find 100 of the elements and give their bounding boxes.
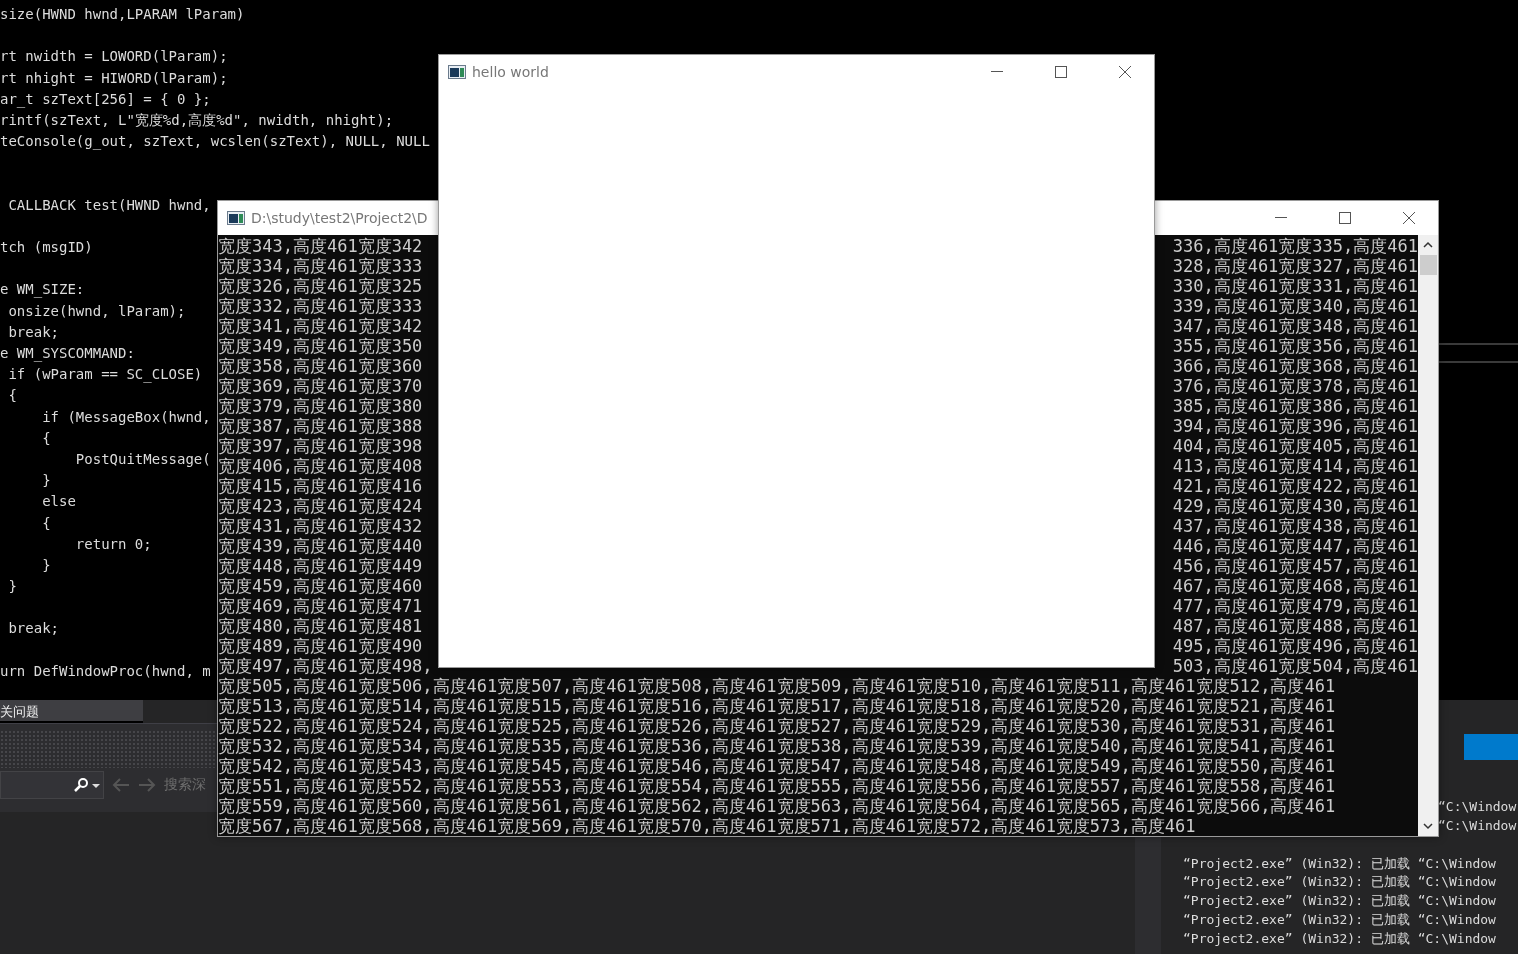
output-line: “Project2.exe” (Win32): 已加载 “C:\Window — [1183, 892, 1496, 911]
code-line: { — [41, 513, 51, 533]
window-icon — [227, 211, 245, 225]
console-text: 376,高度461宽度378,高度461 — [1172, 376, 1418, 396]
close-icon — [1403, 212, 1415, 224]
close-icon — [1119, 66, 1131, 78]
console-text: 宽度397,高度461宽度398 — [218, 436, 423, 456]
maximize-icon — [1339, 212, 1351, 224]
console-text: 328,高度461宽度327,高度461 — [1172, 256, 1418, 276]
code-line: rt nhight = HIWORD(lParam); — [0, 68, 228, 88]
code-line: PostQuitMessage( — [74, 449, 211, 469]
code-line: rt nwidth = LOWORD(lParam); — [0, 47, 228, 67]
console-text: 宽度431,高度461宽度432 — [218, 516, 423, 536]
search-hint: 搜索深 — [164, 776, 206, 794]
code-line: ar_t szText[256] = { 0 }; — [0, 89, 211, 110]
code-line: CALLBACK test(HWND hwnd, — [7, 195, 211, 215]
console-text: 487,高度461宽度488,高度461 — [1172, 616, 1418, 636]
code-line: size(HWND hwnd,LPARAM lParam) — [0, 5, 245, 24]
panel-tab[interactable]: 关问题 — [0, 700, 143, 723]
code-line: } — [7, 577, 17, 597]
output-line: “Project2.exe” (Win32): 已加载 “C:\Window — [1183, 854, 1496, 873]
output-line: “C:\Window — [1438, 816, 1517, 835]
back-arrow-icon[interactable] — [112, 778, 130, 792]
console-text: 330,高度461宽度331,高度461 — [1172, 276, 1418, 296]
console-text: 宽度448,高度461宽度449 — [218, 556, 423, 576]
code-line: teConsole(g_out, szText, wcslen(szText), NULL, NULL — [0, 132, 430, 152]
code-line: e WM_SIZE: — [0, 280, 85, 300]
console-text: 宽度559,高度461宽度560,高度461宽度561,高度461宽度562,高度461宽度563,高度461宽度564,高度461宽度565,高度461宽度566,高度461 — [218, 796, 1336, 816]
search-field[interactable] — [0, 771, 104, 799]
console-text: 宽度326,高度461宽度325 — [218, 276, 423, 296]
code-line: return 0; — [74, 534, 152, 554]
console-text: 宽度532,高度461宽度534,高度461宽度535,高度461宽度536,高度461宽度538,高度461宽度539,高度461宽度540,高度461宽度541,高度461 — [218, 736, 1336, 756]
code-line: } — [41, 555, 51, 575]
console-text: 宽度423,高度461宽度424 — [218, 496, 423, 516]
scroll-thumb[interactable] — [1419, 255, 1437, 275]
console-text: 宽度567,高度461宽度568,高度461宽度569,高度461宽度570,高度461宽度571,高度461宽度572,高度461宽度573,高度461 — [218, 816, 1196, 836]
code-line: if (wParam == SC_CLOSE) — [7, 365, 203, 385]
console-text: 339,高度461宽度340,高度461 — [1172, 296, 1418, 316]
output-line: “Project2.exe” (Win32): 已加载 “C:\Window — [1183, 929, 1496, 948]
console-text: 宽度379,高度461宽度380 — [218, 396, 423, 416]
console-text: 宽度334,高度461宽度333 — [218, 256, 423, 276]
output-line: “Project2.exe” (Win32): 已加载 “C:\Window — [1183, 873, 1496, 892]
console-text: 336,高度461宽度335,高度461 — [1172, 236, 1418, 256]
panel-title-bar — [1464, 734, 1518, 760]
console-text: 宽度343,高度461宽度342 — [218, 236, 423, 256]
console-text: 宽度387,高度461宽度388 — [218, 416, 423, 436]
code-line: if (MessageBox(hwnd, — [41, 407, 211, 427]
console-text: 456,高度461宽度457,高度461 — [1172, 556, 1418, 576]
code-line: break; — [7, 619, 59, 639]
console-text: 宽度489,高度461宽度490 — [218, 636, 423, 656]
console-text: 385,高度461宽度386,高度461 — [1172, 396, 1418, 416]
code-line: e WM_SYSCOMMAND: — [0, 344, 135, 364]
console-text: 宽度358,高度461宽度360 — [218, 356, 423, 376]
console-text: 宽度513,高度461宽度514,高度461宽度515,高度461宽度516,高度461宽度517,高度461宽度518,高度461宽度520,高度461宽度521,高度461 — [218, 696, 1336, 716]
console-text: 437,高度461宽度438,高度461 — [1172, 516, 1418, 536]
console-text: 宽度341,高度461宽度342 — [218, 316, 423, 336]
minimize-icon — [1275, 217, 1287, 219]
code-line: { — [7, 386, 17, 406]
console-text: 429,高度461宽度430,高度461 — [1172, 496, 1418, 516]
console-text: 宽度469,高度461宽度471 — [218, 596, 423, 616]
code-line: rintf(szText, L"宽度%d,高度%d", nwidth, nhight); — [0, 110, 394, 130]
minimize-icon — [991, 71, 1003, 73]
console-text: 394,高度461宽度396,高度461 — [1172, 416, 1418, 436]
output-line: “C:\Window — [1438, 798, 1517, 816]
forward-arrow-icon[interactable] — [138, 778, 156, 792]
console-text: 宽度480,高度461宽度481 — [218, 616, 423, 636]
console-text: 宽度551,高度461宽度552,高度461宽度553,高度461宽度554,高度461宽度555,高度461宽度556,高度461宽度557,高度461宽度558,高度461 — [218, 776, 1336, 796]
console-text: 421,高度461宽度422,高度461 — [1172, 476, 1418, 496]
console-text: 宽度415,高度461宽度416 — [218, 476, 423, 496]
console-text: 477,高度461宽度479,高度461 — [1172, 596, 1418, 616]
console-text: 宽度459,高度461宽度460 — [218, 576, 423, 596]
code-line: else — [41, 492, 76, 512]
code-line: urn DefWindowProc(hwnd, m — [0, 661, 211, 681]
output-line: “Project2.exe” (Win32): 已加载 “C:\Window — [1183, 911, 1496, 929]
code-line: break; — [7, 322, 59, 342]
scrollbar[interactable] — [1418, 235, 1438, 836]
console-text: 446,高度461宽度447,高度461 — [1172, 536, 1418, 556]
console-text: 413,高度461宽度414,高度461 — [1172, 456, 1418, 476]
console-text: 宽度349,高度461宽度350 — [218, 336, 423, 356]
console-text: 宽度439,高度461宽度440 — [218, 536, 423, 556]
console-text: 宽度522,高度461宽度524,高度461宽度525,高度461宽度526,高度461宽度527,高度461宽度529,高度461宽度530,高度461宽度531,高度461 — [218, 716, 1336, 736]
console-text: 宽度542,高度461宽度543,高度461宽度545,高度461宽度546,高度461宽度547,高度461宽度548,高度461宽度549,高度461宽度550,高度461 — [218, 756, 1336, 776]
console-text: 404,高度461宽度405,高度461 — [1172, 436, 1418, 456]
search-icon — [73, 777, 89, 793]
console-text: 495,高度461宽度496,高度461 — [1172, 636, 1418, 656]
console-text: 355,高度461宽度356,高度461 — [1172, 336, 1418, 356]
console-text: 366,高度461宽度368,高度461 — [1172, 356, 1418, 376]
window-title: hello world — [472, 64, 550, 80]
window-title: D:\study\test2\Project2\D — [251, 210, 429, 226]
code-line: { — [41, 428, 51, 448]
console-text: 宽度505,高度461宽度506,高度461宽度507,高度461宽度508,高度461宽度509,高度461宽度510,高度461宽度511,高度461宽度512,高度461 — [218, 676, 1336, 696]
code-line: } — [41, 471, 51, 491]
console-text: 347,高度461宽度348,高度461 — [1172, 316, 1418, 336]
maximize-icon — [1055, 66, 1067, 78]
console-text: 宽度497,高度461宽度498, — [218, 656, 433, 676]
console-text: 宽度369,高度461宽度370 — [218, 376, 423, 396]
console-text: 宽度406,高度461宽度408 — [218, 456, 423, 476]
code-line: tch (msgID) — [0, 238, 93, 258]
console-text: 宽度332,高度461宽度333 — [218, 296, 423, 316]
window-icon — [448, 65, 466, 79]
